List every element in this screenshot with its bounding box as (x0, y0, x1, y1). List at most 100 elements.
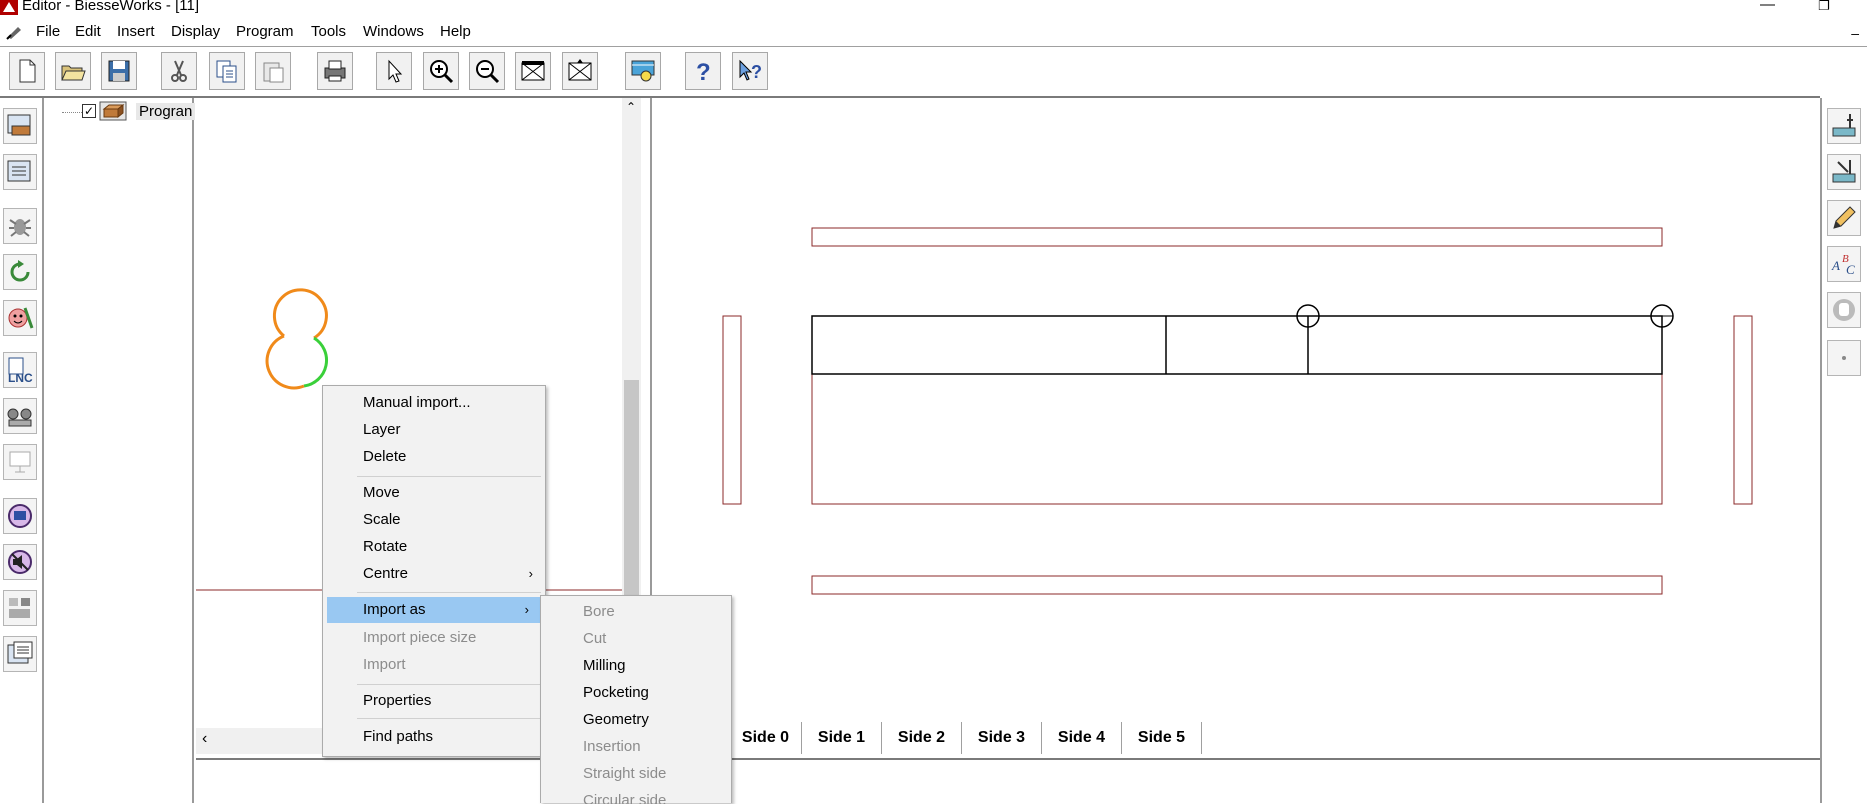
menu-item-rotate[interactable]: Rotate (323, 534, 545, 560)
menu-item-manual-import[interactable]: Manual import... (323, 390, 545, 416)
tree-checkbox[interactable]: ✓ (82, 104, 96, 118)
zoom-in-icon[interactable] (423, 52, 459, 90)
menu-display[interactable]: Display (171, 23, 220, 40)
wizard-icon[interactable] (3, 300, 37, 336)
nc-icon[interactable]: LNC (3, 352, 37, 388)
menu-item-layer[interactable]: Layer (323, 417, 545, 443)
submenu-item-insertion: Insertion (583, 738, 641, 755)
submenu-item-geometry[interactable]: Geometry (541, 707, 731, 733)
menu-help[interactable]: Help (440, 23, 471, 40)
menu-edit[interactable]: Edit (75, 23, 101, 40)
submenu-item-pocketing[interactable]: Pocketing (541, 680, 731, 706)
select-icon[interactable] (376, 52, 412, 90)
minimize-icon[interactable]: — (1760, 0, 1775, 13)
scroll-left-icon[interactable]: ‹ (202, 730, 207, 748)
stop-hand-icon[interactable] (1827, 292, 1861, 328)
submenu-item-milling[interactable]: Milling (541, 653, 731, 679)
menu-file[interactable]: File (36, 23, 60, 40)
menu-item-import: Import (363, 656, 406, 673)
copy-icon[interactable] (209, 52, 245, 90)
chevron-right-icon: › (528, 566, 533, 581)
import-as-submenu: Bore Cut Milling Pocketing Geometry Inse… (540, 595, 732, 804)
restore-icon[interactable]: ❐ (1818, 0, 1830, 14)
menu-item-move[interactable]: Move (323, 480, 545, 506)
menu-item-delete[interactable]: Delete (323, 444, 545, 470)
save-icon[interactable] (101, 52, 137, 90)
scrollbar-thumb[interactable] (624, 380, 639, 595)
sound-off-icon[interactable] (3, 544, 37, 580)
view-icon[interactable] (625, 52, 661, 90)
paste-icon[interactable] (255, 52, 291, 90)
menu-item-centre[interactable]: Centre › (323, 561, 545, 587)
tab-side-0[interactable]: Side 0 (730, 722, 802, 754)
open-icon[interactable] (55, 52, 91, 90)
presentation-icon[interactable] (3, 444, 37, 480)
menu-insert[interactable]: Insert (117, 23, 155, 40)
document-menu-icon[interactable] (6, 23, 23, 40)
help-icon[interactable]: ? (685, 52, 721, 90)
piece-drawing (722, 227, 1753, 595)
simulation-icon[interactable] (3, 498, 37, 534)
submenu-item-bore: Bore (583, 603, 615, 620)
context-help-icon[interactable]: ? (732, 52, 768, 90)
refresh-icon[interactable] (3, 254, 37, 290)
menu-item-centre-label: Centre (363, 565, 409, 582)
svg-text:A: A (1831, 258, 1840, 273)
left-toolbar: LNC (0, 98, 44, 803)
svg-text:?: ? (696, 59, 711, 84)
zoom-all-icon[interactable] (562, 52, 598, 90)
svg-text:LNC: LNC (8, 371, 33, 384)
zoom-out-icon[interactable] (469, 52, 505, 90)
tool-icon[interactable] (1827, 154, 1861, 190)
tab-side-5[interactable]: Side 5 (1122, 722, 1202, 754)
machining-icon[interactable] (1827, 108, 1861, 144)
svg-text:?: ? (751, 62, 762, 82)
scroll-up-icon[interactable]: ⌃ (626, 100, 636, 114)
mdi-minimize-icon[interactable]: – (1851, 25, 1859, 41)
edit-pencil-icon[interactable] (1827, 200, 1861, 236)
tab-side-1[interactable]: Side 1 (802, 722, 882, 754)
text-abc-icon[interactable]: ABC (1827, 246, 1861, 282)
tree-connector (62, 112, 82, 114)
machine-icon[interactable] (3, 398, 37, 434)
new-icon[interactable] (9, 52, 45, 90)
menu-item-find-paths[interactable]: Find paths (323, 724, 545, 750)
menu-item-import-as[interactable]: Import as › (327, 597, 541, 623)
menu-item-properties[interactable]: Properties (323, 688, 545, 714)
title-bar: Editor - BiesseWorks - [11] — ❐ (0, 0, 1867, 15)
menu-separator (357, 592, 541, 593)
tab-side-4[interactable]: Side 4 (1042, 722, 1122, 754)
piece-data-icon[interactable] (3, 108, 37, 144)
cut-icon[interactable] (161, 52, 197, 90)
submenu-item-circular-side: Circular side (583, 792, 667, 804)
piece-icon (99, 101, 127, 121)
sheet-list-icon[interactable] (3, 154, 37, 190)
tree-item-program[interactable]: Progran (136, 103, 196, 120)
menu-separator (357, 476, 541, 477)
context-menu: Manual import... Layer Delete Move Scale… (322, 385, 546, 757)
menu-item-import-piece-size: Import piece size (363, 629, 477, 646)
menu-separator (357, 718, 541, 719)
zoom-window-icon[interactable] (515, 52, 551, 90)
submenu-item-straight-side: Straight side (583, 765, 667, 782)
report-icon[interactable] (3, 636, 37, 672)
preview-vertical-scrollbar[interactable]: ⌃ (622, 98, 641, 598)
program-tree: ✓ Progran (44, 98, 196, 803)
drawing-canvas[interactable] (650, 98, 1820, 722)
chevron-right-icon: › (524, 602, 529, 617)
tab-side-2[interactable]: Side 2 (882, 722, 962, 754)
window-title: Editor - BiesseWorks - [11] (22, 0, 199, 14)
print-icon[interactable] (317, 52, 353, 90)
menu-program[interactable]: Program (236, 23, 294, 40)
small-dot-icon[interactable] (1827, 340, 1861, 376)
main-toolbar: ? ? (0, 48, 1867, 96)
app-icon (0, 0, 18, 15)
menu-separator (357, 684, 541, 685)
layout-icon[interactable] (3, 590, 37, 626)
menu-item-scale[interactable]: Scale (323, 507, 545, 533)
tab-side-3[interactable]: Side 3 (962, 722, 1042, 754)
menu-tools[interactable]: Tools (311, 23, 346, 40)
menu-windows[interactable]: Windows (363, 23, 424, 40)
menu-bar: File Edit Insert Display Program Tools W… (0, 19, 1867, 45)
debug-icon[interactable] (3, 208, 37, 244)
